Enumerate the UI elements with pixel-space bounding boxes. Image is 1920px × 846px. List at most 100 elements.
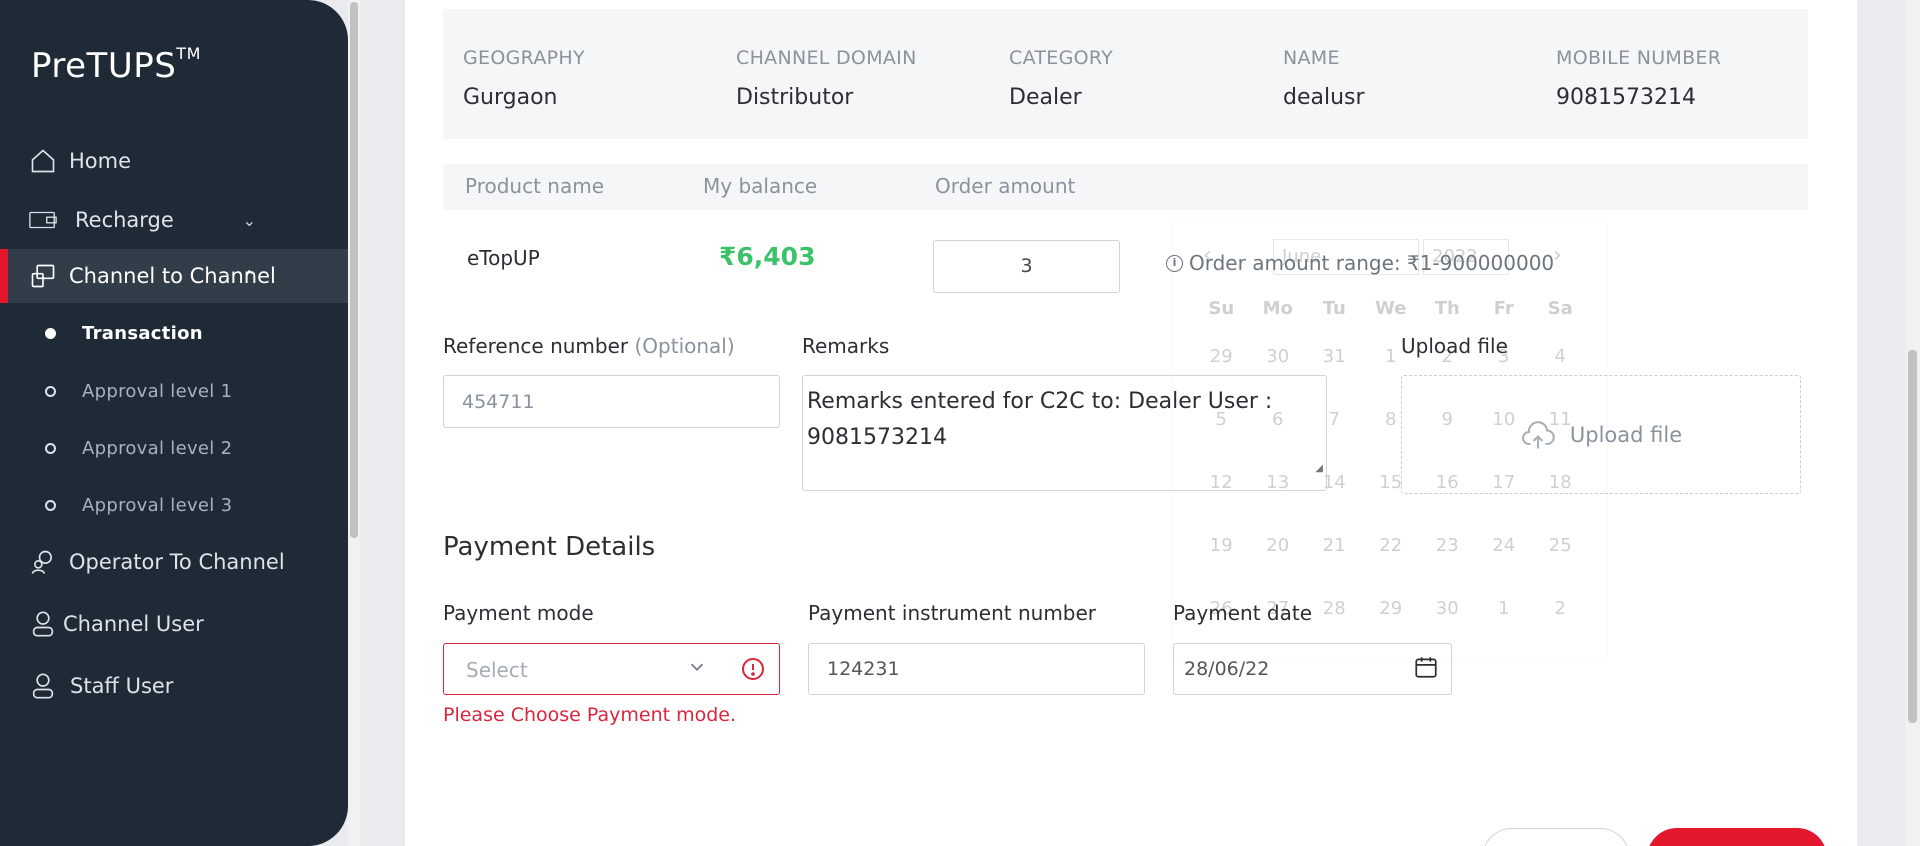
sidebar-subitem-label: Approval level 1	[82, 380, 233, 402]
operator-icon	[28, 547, 58, 577]
sidebar-item-recharge[interactable]: Recharge ⌄	[0, 193, 348, 247]
day-cell[interactable]: 4	[1532, 346, 1589, 367]
sidebar-item-staff-user[interactable]: Staff User	[0, 659, 348, 713]
page-scrollbar[interactable]	[1905, 0, 1920, 846]
day-cell[interactable]: 25	[1532, 535, 1589, 556]
weekday-label: Su	[1208, 297, 1235, 319]
day-cell[interactable]: 30	[1250, 346, 1307, 367]
payment-instrument-label: Payment instrument number	[808, 601, 1097, 625]
reference-number-label: Reference number (Optional)	[443, 334, 735, 358]
payment-mode-label: Payment mode	[443, 601, 594, 625]
sidebar-scrollbar[interactable]	[348, 0, 360, 846]
column-header: Product name	[465, 174, 605, 198]
day-cell[interactable]: 29	[1363, 598, 1420, 619]
day-cell[interactable]: 21	[1306, 535, 1363, 556]
weekday-label: Mo	[1262, 297, 1293, 319]
day-cell[interactable]: 29	[1193, 346, 1250, 367]
day-cell[interactable]: 31	[1306, 346, 1363, 367]
sidebar-subitem-approval-1[interactable]: Approval level 1	[0, 371, 348, 411]
cloud-upload-icon	[1521, 420, 1555, 448]
sidebar-subitem-label: Approval level 2	[82, 437, 233, 459]
channel-transfer-icon	[28, 261, 58, 291]
field-value: 9081573214	[1556, 85, 1696, 110]
sidebar-item-operator-to-channel[interactable]: Operator To Channel	[0, 535, 348, 589]
day-cell[interactable]: 24	[1476, 535, 1533, 556]
sidebar-item-channel-to-channel[interactable]: Channel to Channel ⌃	[0, 249, 348, 303]
sidebar-item-label: Operator To Channel	[69, 550, 285, 574]
day-cell[interactable]: 19	[1193, 535, 1250, 556]
day-cell[interactable]: 30	[1419, 598, 1476, 619]
upload-file-label: Upload file	[1401, 334, 1508, 358]
user-icon	[28, 671, 58, 701]
bullet-icon	[45, 327, 56, 339]
channel-domain-field: CHANNEL DOMAIN Distributor	[736, 47, 917, 110]
payment-mode-select[interactable]: Select	[443, 643, 780, 695]
reference-number-input[interactable]: 454711	[443, 375, 780, 428]
column-header: Order amount	[935, 174, 1076, 198]
submit-button[interactable]	[1647, 828, 1827, 846]
bullet-icon	[45, 499, 56, 511]
scrollbar-thumb[interactable]	[350, 2, 358, 538]
field-value: Gurgaon	[463, 85, 558, 110]
sidebar-subitem-approval-2[interactable]: Approval level 2	[0, 428, 348, 468]
home-icon	[28, 146, 58, 176]
product-name: eTopUP	[467, 246, 540, 270]
mobile-number-field: MOBILE NUMBER 9081573214	[1556, 47, 1721, 110]
field-value: Distributor	[736, 85, 854, 110]
chevron-up-icon: ⌃	[242, 266, 256, 286]
payment-mode-error: Please Choose Payment mode.	[443, 704, 737, 726]
weekday-label: Fr	[1493, 297, 1514, 319]
day-cell[interactable]: 2	[1532, 598, 1589, 619]
remarks-label: Remarks	[802, 334, 890, 358]
sidebar-subitem-label: Approval level 3	[82, 494, 233, 516]
weekday-label: Tu	[1322, 297, 1346, 319]
sidebar-item-home[interactable]: Home	[0, 134, 348, 188]
upload-file-text: Upload file	[1569, 422, 1683, 447]
payment-details-title: Payment Details	[443, 532, 656, 562]
column-header: My balance	[703, 174, 818, 198]
weekday-label: Sa	[1547, 297, 1573, 319]
back-button[interactable]	[1482, 828, 1630, 846]
recharge-icon	[28, 205, 58, 235]
bullet-icon	[45, 385, 56, 397]
remarks-textarea[interactable]: Remarks entered for C2C to: Dealer User …	[802, 375, 1327, 491]
day-cell[interactable]: 23	[1419, 535, 1476, 556]
sidebar-subitem-transaction[interactable]: Transaction	[0, 313, 348, 353]
sidebar: PreTUPSTM Home Recharge ⌄ Channel to Cha…	[0, 0, 348, 846]
field-value: Dealer	[1009, 85, 1082, 110]
payment-date-label: Payment date	[1173, 601, 1313, 625]
scrollbar-thumb[interactable]	[1908, 350, 1917, 723]
chevron-right-icon[interactable]: ›	[1553, 243, 1562, 268]
bullet-icon	[45, 442, 56, 454]
day-cell[interactable]: 20	[1250, 535, 1307, 556]
day-cell[interactable]: 28	[1306, 598, 1363, 619]
field-label: NAME	[1283, 47, 1340, 69]
sidebar-item-label: Channel User	[63, 612, 204, 636]
calendar-icon[interactable]	[1413, 654, 1439, 680]
field-label: CATEGORY	[1009, 47, 1114, 69]
remarks-text: Remarks entered for C2C to: Dealer User …	[807, 389, 1273, 450]
name-field: NAME dealusr	[1283, 47, 1365, 110]
chevron-down-icon	[690, 663, 704, 671]
payment-date-input[interactable]: 28/06/22	[1173, 643, 1452, 695]
geography-field: GEOGRAPHY Gurgaon	[463, 47, 585, 110]
day-cell[interactable]: 1	[1476, 598, 1533, 619]
user-icon	[28, 609, 58, 639]
field-label: CHANNEL DOMAIN	[736, 47, 917, 69]
day-cell[interactable]: 22	[1363, 535, 1420, 556]
upload-file-dropzone[interactable]: Upload file	[1401, 375, 1801, 494]
balance-value: ₹6,403	[719, 242, 816, 271]
sidebar-subitem-approval-3[interactable]: Approval level 3	[0, 485, 348, 525]
sidebar-item-channel-user[interactable]: Channel User	[0, 597, 348, 651]
weekday-label: Th	[1434, 297, 1460, 319]
order-amount-range-note: i Order amount range: ₹1-900000000	[1166, 251, 1554, 275]
field-label: GEOGRAPHY	[463, 47, 585, 69]
select-placeholder: Select	[466, 658, 528, 682]
order-amount-input[interactable]: 3	[933, 240, 1120, 293]
resize-handle-icon[interactable]: ◢	[1315, 451, 1323, 487]
payment-instrument-input[interactable]: 124231	[808, 643, 1145, 695]
chevron-down-icon: ⌄	[242, 210, 256, 230]
product-table-header: Product name My balance Order amount	[443, 164, 1808, 210]
sidebar-item-label: Home	[69, 149, 132, 173]
sidebar-item-label: Recharge	[75, 208, 174, 232]
